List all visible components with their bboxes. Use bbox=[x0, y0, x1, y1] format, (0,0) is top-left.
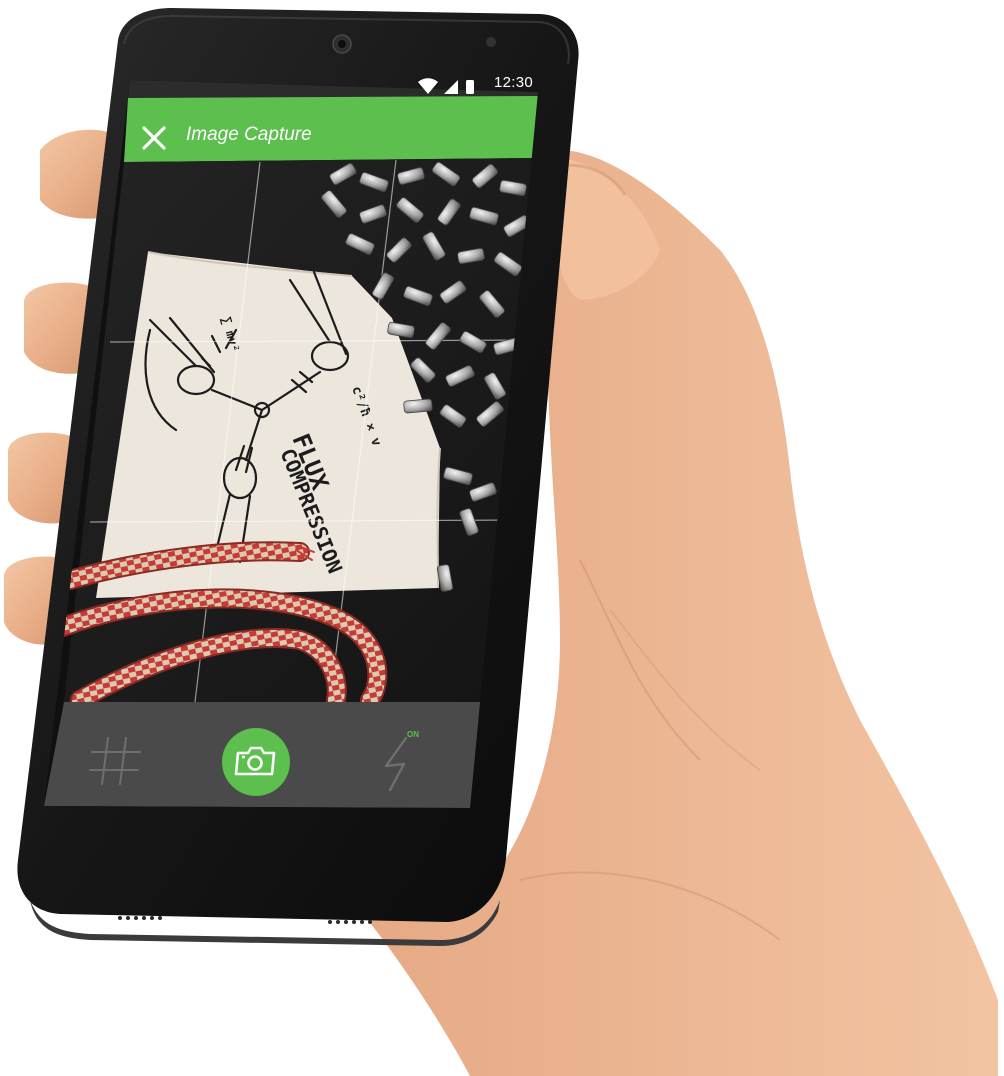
status-icons bbox=[418, 78, 474, 94]
flash-icon bbox=[384, 736, 408, 792]
shutter-graphic bbox=[222, 728, 290, 796]
page-title: Image Capture bbox=[186, 124, 312, 145]
capture-shutter-button[interactable] bbox=[222, 728, 290, 796]
flash-toggle-button[interactable] bbox=[376, 732, 426, 792]
wifi-icon bbox=[418, 78, 438, 94]
close-button[interactable] bbox=[138, 122, 170, 154]
close-icon bbox=[142, 126, 166, 150]
cellular-signal-icon bbox=[444, 80, 458, 94]
flash-state-label: ON bbox=[407, 730, 419, 739]
battery-icon bbox=[466, 80, 474, 94]
status-time: 12:30 bbox=[494, 74, 534, 91]
grid-hash-icon bbox=[89, 737, 141, 785]
phone-in-hand-illustration: FLUX COMPRESSION c²/ħ × v ∑ mv² bbox=[4, 8, 998, 1076]
grid-toggle-button[interactable] bbox=[86, 732, 144, 790]
